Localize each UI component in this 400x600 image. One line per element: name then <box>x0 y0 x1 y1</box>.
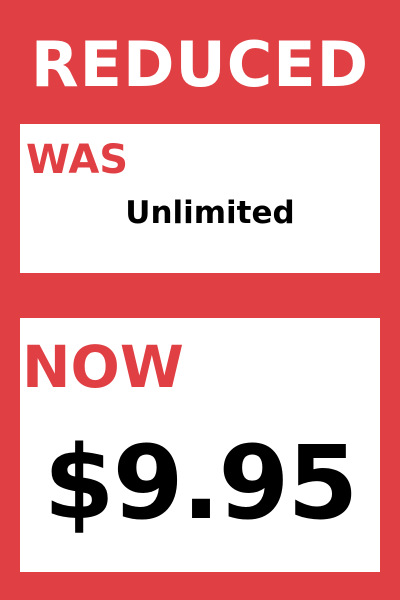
reduced-headline: REDUCED <box>30 28 370 101</box>
now-label: NOW <box>22 333 184 401</box>
was-label: WAS <box>26 137 129 183</box>
now-price: $9.95 <box>43 424 359 543</box>
was-panel: WAS Unlimited <box>20 124 380 273</box>
was-value: Unlimited <box>125 195 295 231</box>
now-panel: NOW $9.95 <box>20 318 380 572</box>
